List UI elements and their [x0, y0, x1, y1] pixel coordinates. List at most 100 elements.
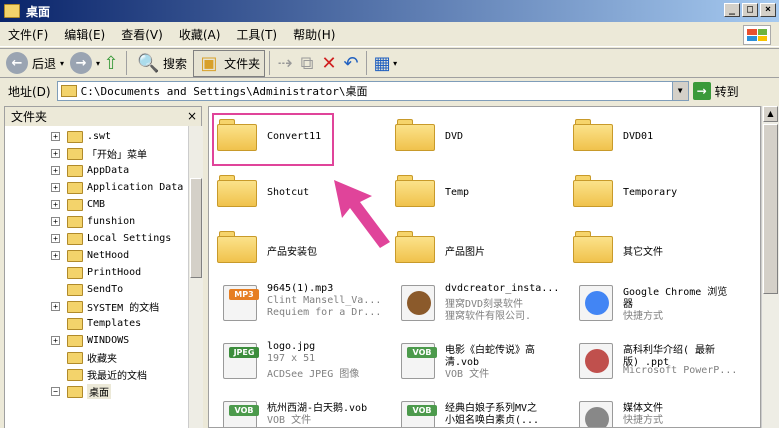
- file-item[interactable]: VOB 杭州西湖-白天鹅.vob VOB 文件: [213, 391, 391, 427]
- maximize-button[interactable]: □: [742, 3, 758, 17]
- tree-item[interactable]: SendTo: [5, 281, 188, 298]
- folder-icon: [67, 385, 83, 398]
- folder-icon: [67, 232, 83, 245]
- tree-item-label: PrintHood: [87, 267, 142, 278]
- tree-item[interactable]: Templates: [5, 315, 188, 332]
- windows-logo-icon: [743, 25, 771, 45]
- menu-file[interactable]: 文件(F): [0, 26, 56, 43]
- tree-item[interactable]: + WINDOWS: [5, 332, 188, 349]
- tree-item[interactable]: + Local Settings: [5, 230, 188, 247]
- tree-item-label: WINDOWS: [87, 335, 130, 346]
- file-item[interactable]: 媒体文件 快捷方式: [569, 391, 747, 427]
- content-scrollbar[interactable]: ▲: [761, 106, 779, 428]
- tree-item-label: NetHood: [87, 250, 130, 261]
- folder-icon: [67, 249, 83, 262]
- expand-icon[interactable]: +: [51, 336, 60, 345]
- file-item[interactable]: MP3 9645(1).mp3 Clint Mansell_Va... Requiem…: [213, 275, 391, 327]
- folder-icon: [395, 119, 435, 151]
- expand-icon[interactable]: +: [51, 132, 60, 141]
- menu-edit[interactable]: 编辑(E): [56, 26, 113, 43]
- expand-icon[interactable]: +: [51, 251, 60, 260]
- folder-item[interactable]: DVD01: [569, 111, 747, 163]
- views-icon[interactable]: ▦: [371, 53, 393, 74]
- file-type-badge: VOB: [407, 405, 437, 416]
- folder-item[interactable]: Temporary: [569, 167, 747, 219]
- folder-icon: [67, 283, 83, 296]
- expand-icon[interactable]: +: [51, 183, 60, 192]
- file-icon: [575, 397, 615, 427]
- file-type-badge: VOB: [407, 347, 437, 358]
- tree-item[interactable]: 收藏夹: [5, 349, 188, 366]
- file-item[interactable]: dvdcreator_insta... 狸窝DVD刻录软件 狸窝软件有限公司.: [391, 275, 569, 327]
- file-item[interactable]: VOB 电影《白蛇传说》高 清.vob VOB 文件: [391, 333, 569, 385]
- expand-icon[interactable]: +: [51, 200, 60, 209]
- undo-icon[interactable]: ↶: [340, 53, 362, 74]
- expand-icon[interactable]: +: [51, 166, 60, 175]
- move-to-icon[interactable]: ⇢: [274, 53, 296, 74]
- folder-item[interactable]: DVD: [391, 111, 569, 163]
- file-detail: 197 x 51: [267, 353, 316, 364]
- collapse-icon[interactable]: −: [51, 387, 60, 396]
- expand-icon[interactable]: +: [51, 234, 60, 243]
- menu-tools[interactable]: 工具(T): [228, 26, 285, 43]
- folder-name: DVD01: [623, 131, 654, 142]
- file-icon: JPEG: [219, 339, 259, 379]
- tree-item[interactable]: + AppData: [5, 162, 188, 179]
- tree-item[interactable]: + SYSTEM 的文档: [5, 298, 188, 315]
- tree-item[interactable]: + CMB: [5, 196, 188, 213]
- go-button[interactable]: → 转到: [692, 82, 739, 100]
- up-folder-icon[interactable]: ⇧: [100, 53, 122, 74]
- tree-item[interactable]: + Application Data: [5, 179, 188, 196]
- forward-button[interactable]: → ▾: [70, 52, 100, 74]
- expand-icon[interactable]: +: [51, 149, 60, 158]
- folders-button[interactable]: ▣ 文件夹: [193, 49, 266, 77]
- file-name: Google Chrome 浏览: [623, 287, 728, 298]
- folder-icon: [67, 334, 83, 347]
- file-item[interactable]: VOB 经典白娘子系列MV之 小姐名唤白素贞(...: [391, 391, 569, 427]
- search-button[interactable]: 🔍 搜索: [137, 53, 187, 74]
- file-item[interactable]: 高科利华介绍( 最新 版) .ppt Microsoft PowerP...: [569, 333, 747, 385]
- close-pane-icon[interactable]: ×: [187, 109, 197, 123]
- go-arrow-icon: →: [692, 82, 711, 100]
- search-label: 搜索: [163, 56, 188, 71]
- tree-item[interactable]: + 「开始」菜单: [5, 145, 188, 162]
- expand-icon[interactable]: +: [51, 302, 60, 311]
- folder-item[interactable]: Temp: [391, 167, 569, 219]
- folder-item[interactable]: 产品图片: [391, 223, 569, 275]
- address-dropdown-icon[interactable]: ▼: [671, 82, 688, 100]
- close-button[interactable]: ×: [760, 3, 776, 17]
- folder-tree: + .swt + 「开始」菜单 + AppData + Application Data + CM…: [4, 126, 188, 428]
- delete-icon[interactable]: ✕: [318, 53, 340, 74]
- tree-item[interactable]: + funshion: [5, 213, 188, 230]
- address-bar: 地址(D) C:\Documents and Settings\Administ…: [0, 79, 779, 103]
- folder-item[interactable]: 其它文件: [569, 223, 747, 275]
- tree-item[interactable]: + .swt: [5, 128, 188, 145]
- folder-icon: [395, 231, 435, 263]
- tree-item-label: 桌面: [87, 384, 111, 399]
- copy-to-icon[interactable]: ⧉: [296, 53, 318, 74]
- file-type-badge: VOB: [229, 405, 259, 416]
- folder-icon: [395, 175, 435, 207]
- menu-help[interactable]: 帮助(H): [285, 26, 343, 43]
- tree-item-label: AppData: [87, 165, 130, 176]
- folder-icon: [67, 147, 83, 160]
- tree-item[interactable]: + NetHood: [5, 247, 188, 264]
- folder-icon: [60, 85, 77, 97]
- file-detail: Clint Mansell_Va...: [267, 295, 382, 306]
- expand-icon[interactable]: +: [51, 217, 60, 226]
- tree-item[interactable]: − 桌面: [5, 383, 188, 400]
- minimize-button[interactable]: _: [724, 3, 740, 17]
- back-button[interactable]: ← 后退 ▾: [6, 52, 64, 74]
- tree-item[interactable]: PrintHood: [5, 264, 188, 281]
- file-item[interactable]: JPEG logo.jpg 197 x 51 ACDSee JPEG 图像: [213, 333, 391, 385]
- tree-item[interactable]: 我最近的文档: [5, 366, 188, 383]
- folder-name: Shotcut: [267, 187, 310, 198]
- tree-item-label: 收藏夹: [87, 354, 117, 365]
- address-input[interactable]: C:\Documents and Settings\Administrator\…: [56, 81, 689, 101]
- tree-scrollbar[interactable]: [188, 126, 203, 428]
- menu-favorites[interactable]: 收藏(A): [171, 26, 229, 43]
- menu-view[interactable]: 查看(V): [113, 26, 171, 43]
- folder-name: Temporary: [623, 187, 678, 198]
- file-item[interactable]: Google Chrome 浏览器快捷方式: [569, 275, 747, 327]
- folders-icon: ▣: [200, 52, 218, 74]
